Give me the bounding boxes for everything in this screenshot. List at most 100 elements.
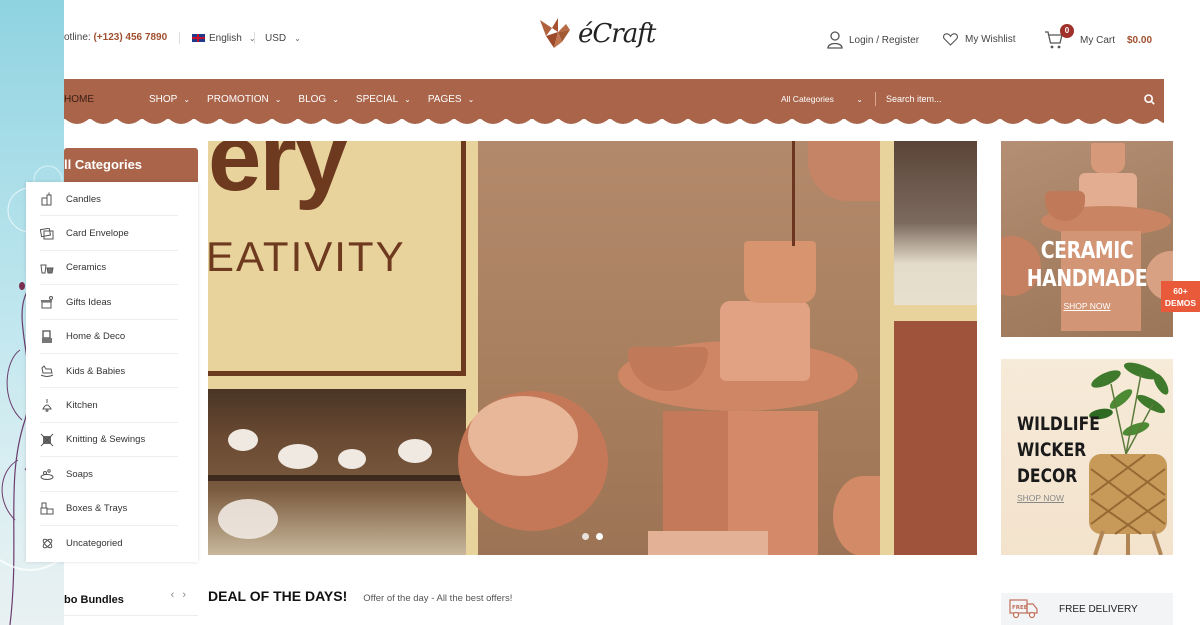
all-categories-header[interactable]: ll Categories bbox=[64, 148, 198, 182]
chevron-down-icon: ⌄ bbox=[856, 94, 863, 104]
chevron-down-icon: ⌄ bbox=[467, 94, 475, 104]
combo-bundles-section: bo Bundles ‹ › bbox=[64, 586, 198, 616]
knitting-icon bbox=[40, 433, 54, 447]
combo-nav: ‹ › bbox=[171, 589, 186, 601]
hotline: otline: (+123) 456 7890 bbox=[64, 32, 167, 43]
category-select[interactable]: All Categories ⌄ bbox=[781, 94, 869, 104]
all-categories-title: ll Categories bbox=[64, 157, 143, 172]
feature-label: FREE DELIVERY bbox=[1059, 603, 1138, 615]
category-select-label: All Categories bbox=[781, 94, 834, 104]
slider-dot[interactable] bbox=[582, 533, 589, 540]
chevron-right-icon[interactable]: › bbox=[182, 589, 186, 601]
shop-now-link[interactable]: SHOP NOW bbox=[1017, 493, 1064, 503]
language-label: English bbox=[209, 32, 242, 44]
category-item[interactable]: Knitting & Sewings bbox=[26, 423, 198, 458]
nav-item-special[interactable]: SPECIAL ⌄ bbox=[356, 94, 411, 105]
uncategorized-icon bbox=[40, 536, 54, 550]
hero-shelf-image bbox=[208, 389, 466, 555]
nav-menu: HOME SHOP ⌄ PROMOTION ⌄ BLOG ⌄ SPECIAL ⌄ PAG… bbox=[64, 79, 491, 119]
search-bar: All Categories ⌄ bbox=[781, 79, 1164, 119]
currency-label: USD bbox=[265, 32, 287, 44]
logo-text: éCraft bbox=[578, 19, 656, 49]
search-input[interactable] bbox=[886, 94, 1134, 104]
chevron-down-icon: ⌄ bbox=[404, 94, 411, 104]
combo-bundles-title: bo Bundles bbox=[64, 594, 124, 606]
nav-item-pages[interactable]: PAGES ⌄ bbox=[428, 94, 474, 105]
deal-subtitle: Offer of the day - All the best offers! bbox=[363, 593, 513, 604]
heart-icon bbox=[943, 33, 958, 46]
divider bbox=[179, 32, 180, 44]
login-register-label: Login / Register bbox=[849, 34, 920, 46]
search-icon bbox=[1143, 93, 1155, 105]
boxes-icon bbox=[40, 502, 54, 516]
nav-item-promotion[interactable]: PROMOTION ⌄ bbox=[207, 94, 281, 105]
chevron-down-icon: ⌄ bbox=[183, 94, 191, 104]
nav-item-home[interactable]: HOME bbox=[64, 94, 94, 105]
hero-side-photo bbox=[894, 141, 977, 305]
hero-slider[interactable]: ery EATIVITY bbox=[208, 141, 977, 555]
free-delivery-truck-icon: FREE bbox=[1009, 599, 1038, 619]
slider-dot-active[interactable] bbox=[596, 533, 603, 540]
category-item[interactable]: Uncategoried bbox=[26, 526, 198, 560]
slider-pagination bbox=[582, 533, 603, 540]
hero-side-color-block bbox=[894, 321, 977, 555]
wishlist-link[interactable]: My Wishlist bbox=[943, 33, 1016, 46]
category-item[interactable]: Kitchen bbox=[26, 388, 198, 424]
category-item[interactable]: Home & Deco bbox=[26, 320, 198, 355]
rocking-horse-icon bbox=[40, 364, 54, 378]
nav-item-shop[interactable]: SHOP ⌄ bbox=[149, 94, 190, 105]
home-deco-icon bbox=[40, 330, 54, 344]
origami-bird-logo-icon bbox=[540, 18, 570, 48]
hero-side-image bbox=[894, 141, 977, 555]
svg-text:FREE: FREE bbox=[1012, 605, 1028, 611]
category-item[interactable]: Card Envelope bbox=[26, 216, 198, 252]
category-item[interactable]: Kids & Babies bbox=[26, 354, 198, 389]
wishlist-label: My Wishlist bbox=[965, 34, 1016, 45]
category-item[interactable]: Soaps bbox=[26, 457, 198, 492]
category-item[interactable]: Gifts Ideas bbox=[26, 285, 198, 320]
hotline-label: otline: bbox=[64, 32, 91, 43]
chevron-down-icon: ⌄ bbox=[294, 33, 301, 43]
top-header: otline: (+123) 456 7890 English ⌄ USD ⌄ … bbox=[64, 0, 1200, 78]
hotline-number[interactable]: (+123) 456 7890 bbox=[93, 32, 167, 43]
hero-ceramics-image bbox=[458, 141, 893, 555]
banner-wildlife-wicker-decor[interactable]: WILDLIFE WICKER DECOR SHOP NOW bbox=[1001, 359, 1173, 555]
chevron-left-icon[interactable]: ‹ bbox=[171, 589, 175, 601]
nav-item-blog[interactable]: BLOG ⌄ bbox=[298, 94, 339, 105]
candle-icon bbox=[40, 192, 54, 206]
cart-label: My Cart bbox=[1080, 34, 1115, 46]
cart-count-badge: 0 bbox=[1060, 24, 1074, 38]
hero-poster: ery EATIVITY bbox=[208, 141, 478, 555]
chevron-down-icon: ⌄ bbox=[332, 94, 339, 104]
uk-flag-icon bbox=[192, 34, 205, 42]
category-item[interactable]: Candles bbox=[26, 182, 198, 217]
soap-icon bbox=[40, 467, 54, 481]
divider bbox=[254, 32, 255, 44]
deal-title: DEAL OF THE DAYS! bbox=[208, 588, 348, 604]
hero-divider bbox=[880, 141, 894, 555]
main-navigation: HOME SHOP ⌄ PROMOTION ⌄ BLOG ⌄ SPECIAL ⌄ PAG… bbox=[64, 79, 1164, 119]
category-item[interactable]: Boxes & Trays bbox=[26, 492, 198, 527]
site-logo[interactable]: éCraft bbox=[536, 14, 656, 54]
chevron-down-icon: ⌄ bbox=[274, 94, 282, 104]
banner-title: WILDLIFE WICKER DECOR bbox=[1017, 413, 1100, 487]
banner-ceramic-handmade[interactable]: CERAMIC HANDMADE SHOP NOW bbox=[1001, 141, 1173, 337]
search-button[interactable] bbox=[1134, 79, 1164, 119]
currency-selector[interactable]: USD ⌄ bbox=[254, 32, 301, 44]
demos-badge[interactable]: 60+ DEMOS bbox=[1161, 281, 1200, 312]
ceramics-icon bbox=[40, 261, 54, 275]
shop-now-link[interactable]: SHOP NOW bbox=[1001, 301, 1173, 311]
nav-wave-border bbox=[64, 118, 1164, 124]
banner-title: CERAMIC HANDMADE bbox=[1026, 238, 1148, 292]
deal-of-the-day-header: DEAL OF THE DAYS! Offer of the day - All… bbox=[208, 588, 512, 604]
language-selector[interactable]: English ⌄ bbox=[179, 32, 256, 44]
category-item[interactable]: Ceramics bbox=[26, 251, 198, 286]
feature-free-delivery: FREE FREE DELIVERY bbox=[1001, 593, 1173, 625]
hero-subheadline: EATIVITY bbox=[208, 233, 406, 280]
kitchen-lamp-icon bbox=[40, 398, 54, 413]
cart-link[interactable]: 0 My Cart $0.00 bbox=[1044, 24, 1152, 50]
card-envelope-icon bbox=[40, 227, 54, 241]
user-icon bbox=[827, 31, 843, 49]
category-list: Candles Card Envelope Ceramics Gifts Ide… bbox=[26, 182, 198, 562]
login-register-link[interactable]: Login / Register bbox=[827, 31, 919, 49]
